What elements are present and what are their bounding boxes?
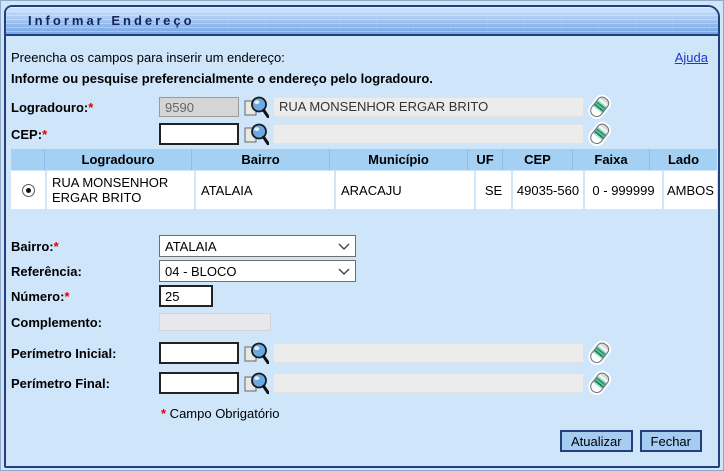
search-icon[interactable] bbox=[243, 340, 269, 366]
numero-label: Número:* bbox=[11, 289, 159, 304]
perimetro-inicial-row: Perímetro Inicial: bbox=[11, 341, 611, 365]
cell-uf: SE bbox=[476, 171, 511, 209]
eraser-icon[interactable] bbox=[589, 370, 611, 396]
numero-row: Número:* bbox=[11, 284, 213, 308]
chevron-down-icon bbox=[336, 268, 350, 275]
perimetro-inicial-resolved-field bbox=[273, 343, 584, 363]
logradouro-code-input bbox=[159, 97, 239, 117]
table-row[interactable]: RUA MONSENHOR ERGAR BRITO ATALAIA ARACAJ… bbox=[11, 171, 717, 209]
referencia-select[interactable]: 04 - BLOCO bbox=[159, 260, 356, 282]
eraser-icon[interactable] bbox=[589, 340, 611, 366]
cep-label: CEP:* bbox=[11, 127, 159, 142]
cell-faixa: 0 - 999999 bbox=[585, 171, 662, 209]
row-radio-selected[interactable] bbox=[22, 184, 35, 197]
logradouro-label: Logradouro:* bbox=[11, 100, 159, 115]
table-header-lado: Lado bbox=[650, 149, 717, 170]
cell-bairro: ATALAIA bbox=[196, 171, 334, 209]
referencia-row: Referência: 04 - BLOCO bbox=[11, 259, 356, 283]
page-title: Informar Endereço bbox=[6, 13, 195, 28]
informar-endereco-window: Informar Endereço Preencha os campos par… bbox=[0, 0, 724, 471]
sub-instruction-text: Informe ou pesquise preferencialmente o … bbox=[11, 71, 433, 86]
cep-resolved-field bbox=[273, 124, 584, 144]
table-header-uf: UF bbox=[468, 149, 503, 170]
table-header-select bbox=[11, 149, 45, 170]
referencia-label: Referência: bbox=[11, 264, 159, 279]
fechar-button[interactable]: Fechar bbox=[640, 430, 702, 452]
table-header-municipio: Município bbox=[330, 149, 468, 170]
row-select-cell bbox=[11, 171, 45, 209]
complemento-row: Complemento: bbox=[11, 310, 271, 334]
button-bar: Atualizar Fechar bbox=[560, 430, 702, 452]
bairro-select[interactable]: ATALAIA bbox=[159, 235, 356, 257]
logradouro-row: Logradouro:* RUA MONSENHOR ERGAR BRITO bbox=[11, 95, 611, 119]
eraser-icon[interactable] bbox=[589, 121, 611, 147]
eraser-icon[interactable] bbox=[589, 94, 611, 120]
address-results-table: Logradouro Bairro Município UF CEP Faixa… bbox=[11, 149, 717, 209]
table-header-cep: CEP bbox=[503, 149, 573, 170]
bairro-row: Bairro:* ATALAIA bbox=[11, 234, 356, 258]
cell-logradouro: RUA MONSENHOR ERGAR BRITO bbox=[47, 171, 194, 209]
instructions-text: Preencha os campos para inserir um ender… bbox=[11, 50, 285, 65]
form-content: Preencha os campos para inserir um ender… bbox=[6, 38, 718, 466]
window-frame: Informar Endereço Preencha os campos par… bbox=[4, 5, 720, 468]
table-header-faixa: Faixa bbox=[573, 149, 650, 170]
complemento-field bbox=[159, 313, 271, 331]
search-icon[interactable] bbox=[243, 370, 269, 396]
perimetro-final-input[interactable] bbox=[159, 372, 239, 394]
ajuda-link[interactable]: Ajuda bbox=[675, 50, 708, 65]
cell-municipio: ARACAJU bbox=[336, 171, 474, 209]
logradouro-name-field: RUA MONSENHOR ERGAR BRITO bbox=[273, 97, 584, 117]
cep-row: CEP:* bbox=[11, 122, 611, 146]
numero-input[interactable] bbox=[159, 285, 213, 307]
table-header-bairro: Bairro bbox=[192, 149, 330, 170]
perimetro-final-row: Perímetro Final: bbox=[11, 371, 611, 395]
title-bar: Informar Endereço bbox=[6, 7, 718, 36]
table-header-row: Logradouro Bairro Município UF CEP Faixa… bbox=[11, 149, 717, 170]
search-icon[interactable] bbox=[243, 94, 269, 120]
perimetro-inicial-input[interactable] bbox=[159, 342, 239, 364]
chevron-down-icon bbox=[336, 243, 350, 250]
required-note: * Campo Obrigatório bbox=[161, 406, 280, 421]
perimetro-inicial-label: Perímetro Inicial: bbox=[11, 346, 159, 361]
table-header-logradouro: Logradouro bbox=[45, 149, 192, 170]
cell-cep: 49035-560 bbox=[513, 171, 583, 209]
cep-input[interactable] bbox=[159, 123, 239, 145]
perimetro-final-label: Perímetro Final: bbox=[11, 376, 159, 391]
bairro-label: Bairro:* bbox=[11, 239, 159, 254]
search-icon[interactable] bbox=[243, 121, 269, 147]
atualizar-button[interactable]: Atualizar bbox=[560, 430, 633, 452]
complemento-label: Complemento: bbox=[11, 315, 159, 330]
cell-lado: AMBOS bbox=[664, 171, 717, 209]
perimetro-final-resolved-field bbox=[273, 373, 584, 393]
